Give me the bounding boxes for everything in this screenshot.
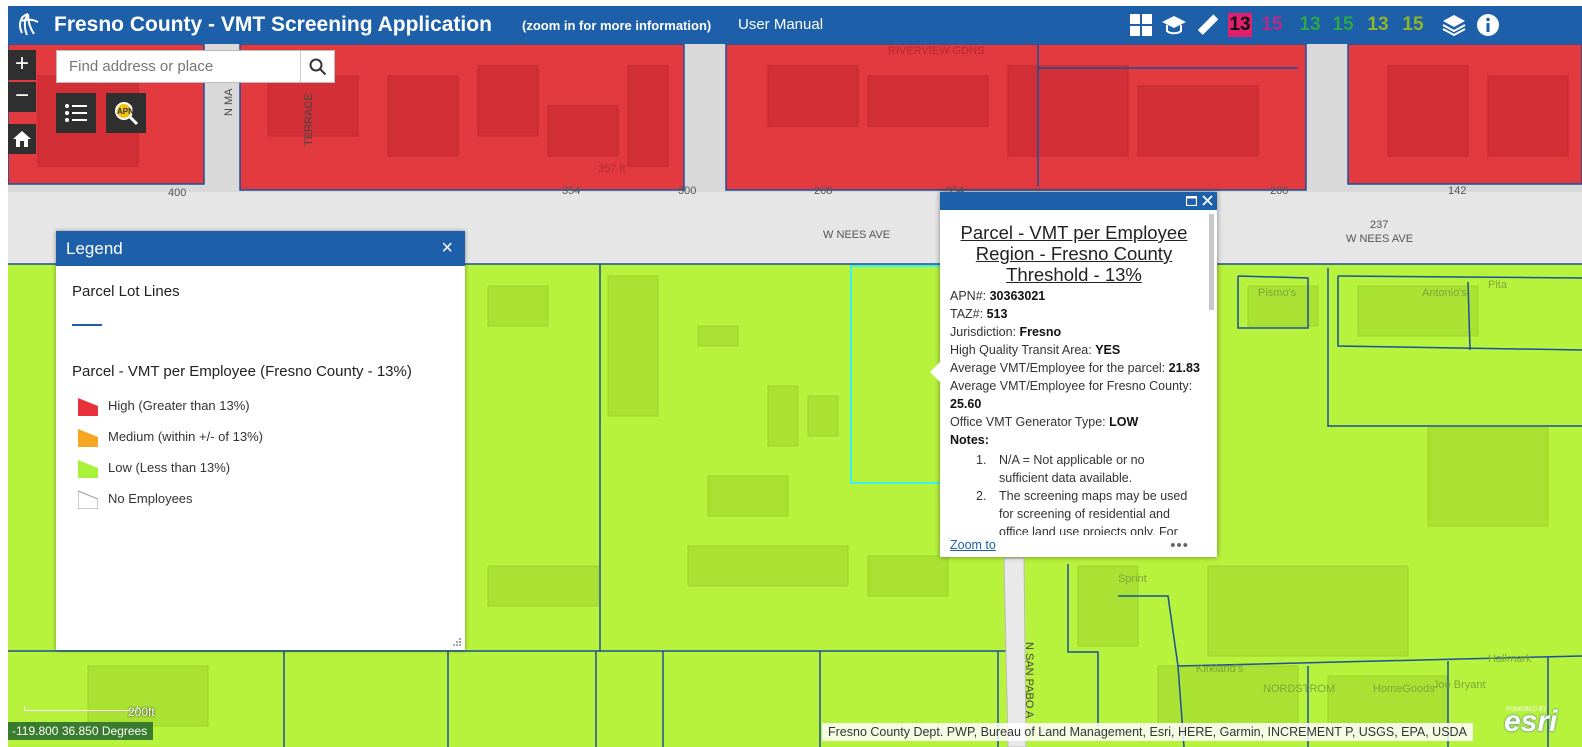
svg-text:Kirkland's: Kirkland's [1196,663,1244,675]
measure-ruler-icon[interactable] [1194,12,1220,38]
search-button[interactable] [300,51,334,82]
legend-section-vmt: Parcel - VMT per Employee (Fresno County… [72,363,412,380]
badge-13-b[interactable]: 13 [1298,13,1322,37]
more-actions-button[interactable]: ••• [1170,537,1189,554]
note-item: 1. N/A = Not applicable or no sufficient … [976,453,1145,485]
basemap-gallery-icon[interactable] [1128,12,1154,38]
street-label-nees-2: W NEES AVE [1346,233,1413,245]
svg-text:APN: APN [117,107,134,116]
badge-13-c[interactable]: 13 [1366,13,1390,37]
maximize-icon[interactable] [1186,196,1197,206]
svg-text:RIVERVIEW GDNS: RIVERVIEW GDNS [888,45,984,57]
esri-wordmark: esri [1504,705,1558,738]
field-transit-area: High Quality Transit Area: YES [950,343,1121,357]
home-icon [13,131,31,147]
list-icon [65,104,87,122]
field-vmt-county-value: 25.60 [950,397,982,411]
scale-bar [24,706,138,711]
svg-text:357 ft: 357 ft [598,163,626,175]
legend-item-label: Medium (within +/- of 13%) [108,429,263,444]
attribution: Fresno County Dept. PWP, Bureau of Land … [822,723,1473,741]
svg-text:HomeGoods: HomeGoods [1373,683,1435,695]
badge-15-c[interactable]: 15 [1401,13,1425,37]
svg-text:NORDSTROM: NORDSTROM [1263,683,1335,695]
legend-title: Legend [66,239,123,258]
svg-text:Pita: Pita [1488,279,1508,291]
esri-logo: POWERED BY esri [1502,705,1562,739]
app-header: Fresno County - VMT Screening Applicatio… [8,6,1582,44]
notes-label: Notes: [950,433,989,447]
note-item: 2. The screening maps may be used for scr… [976,489,1188,535]
field-generator-type: Office VMT Generator Type: LOW [950,415,1139,429]
graduation-cap-icon[interactable] [1161,12,1187,38]
zoom-in-button[interactable]: + [8,50,36,80]
search-input[interactable] [57,51,299,82]
svg-text:TERRACE: TERRACE [303,93,315,146]
popup-title-line: Parcel - VMT per Employee [960,222,1188,243]
popup-header [940,192,1217,210]
svg-text:400: 400 [168,187,186,199]
svg-text:300: 300 [678,185,696,197]
close-icon[interactable] [1202,195,1213,206]
home-button[interactable] [8,124,36,154]
field-taz: TAZ#: 513 [950,307,1008,321]
street-label-nees-1: W NEES AVE [823,229,890,241]
badge-15-a[interactable]: 15 [1260,13,1284,37]
field-vmt-parcel: Average VMT/Employee for the parcel: 21.… [950,361,1200,375]
legend-close-button[interactable]: × [441,237,453,260]
zoom-hint: (zoom in for more information) [522,18,712,33]
svg-text:237: 237 [1370,219,1388,231]
popup-content: Parcel - VMT per Employee Region - Fresn… [940,210,1208,535]
layers-icon[interactable] [1441,12,1467,38]
search-widget [56,50,335,83]
legend-button[interactable] [56,93,96,133]
legend-item-label: Low (Less than 13%) [108,460,231,475]
svg-text:142: 142 [1448,185,1466,197]
svg-text:Antonio's: Antonio's [1422,287,1467,299]
legend-section-lot-lines: Parcel Lot Lines [72,283,180,300]
legend-item-label: High (Greater than 13%) [108,398,250,413]
svg-text:N MA: N MA [223,88,235,116]
popup-scrollbar[interactable] [1209,214,1214,310]
field-jurisdiction: Jurisdiction: Fresno [950,325,1062,339]
coordinates-text: -119.800 36.850 Degrees [12,724,148,738]
svg-text:Joe Bryant: Joe Bryant [1433,679,1486,691]
legend-panel: Legend × Parcel Lot Lines Parcel - VMT p… [56,231,465,650]
legend-header: Legend × [56,231,465,266]
badge-13-a[interactable]: 13 [1228,13,1252,37]
lot-line-swatch [72,324,102,326]
legend-item-label: No Employees [108,491,193,506]
resize-handle-icon[interactable] [452,637,462,647]
svg-text:Hallmark: Hallmark [1488,653,1532,665]
apn-search-icon: APN [115,102,139,126]
feature-popup: Parcel - VMT per Employee Region - Fresn… [930,192,1217,557]
field-apn: APN#: 30363021 [950,289,1046,303]
svg-text:Sprint: Sprint [1118,573,1147,585]
popup-pointer [930,362,940,382]
county-logo-icon [19,13,39,36]
search-icon [309,58,326,75]
coordinates-display: -119.800 36.850 Degrees [8,722,154,740]
user-manual-link[interactable]: User Manual [738,16,823,33]
badge-15-b[interactable]: 15 [1331,13,1355,37]
svg-text:268: 268 [814,185,832,197]
popup-title-line: Region - Fresno County [975,243,1173,264]
popup-title: Parcel - VMT per Employee Region - Fresn… [940,222,1208,285]
zoom-to-link[interactable]: Zoom to [950,538,996,552]
svg-text:200: 200 [1270,185,1288,197]
info-icon[interactable] [1475,12,1501,38]
svg-text:Pismo's: Pismo's [1258,287,1297,299]
svg-text:N SAN PABO A: N SAN PABO A [1023,642,1035,719]
zoom-out-button[interactable]: − [8,82,36,112]
svg-text:354: 354 [562,185,580,197]
popup-title-line: Threshold - 13% [1006,264,1142,285]
apn-search-button[interactable]: APN [106,93,146,133]
app-title: Fresno County - VMT Screening Applicatio… [54,13,492,36]
field-vmt-county: Average VMT/Employee for Fresno County: [950,379,1193,393]
scale-label: 200ft [128,705,155,719]
